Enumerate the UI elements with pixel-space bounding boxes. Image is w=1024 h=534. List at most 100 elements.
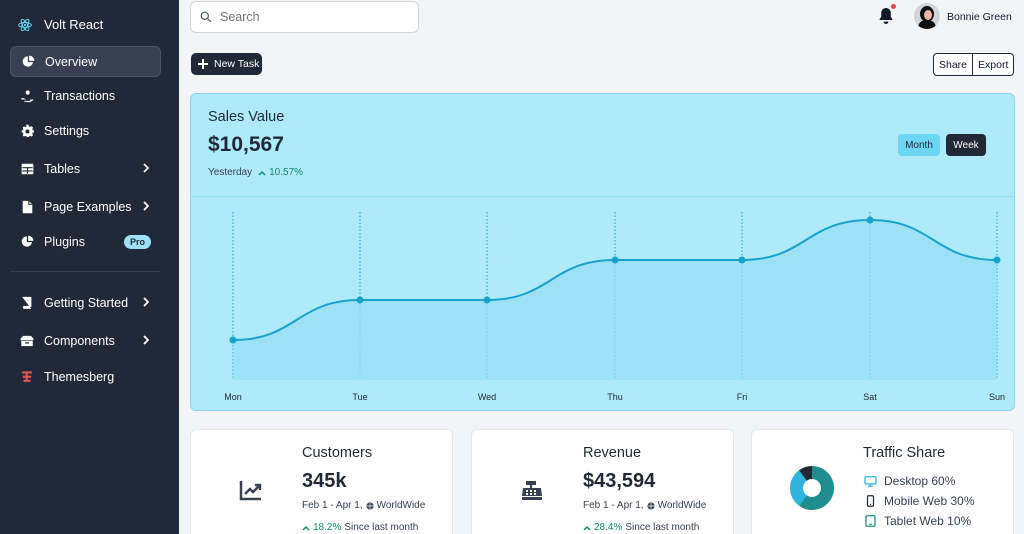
- sidebar-divider: [10, 271, 160, 272]
- sidebar-item-label: Tables: [44, 161, 81, 176]
- new-task-button[interactable]: New Task: [191, 53, 262, 75]
- chart-point[interactable]: [483, 296, 491, 304]
- sidebar-item-label: Getting Started: [44, 295, 129, 310]
- sales-value-card: Sales Value $10,567 Yesterday 10.57% Mon…: [190, 93, 1015, 411]
- share-button[interactable]: Share: [934, 54, 972, 75]
- sidebar-item-tables[interactable]: Tables: [10, 153, 161, 184]
- sidebar-item-label: Page Examples: [44, 199, 132, 214]
- chart-point[interactable]: [738, 256, 746, 264]
- sidebar-item-settings[interactable]: Settings: [10, 115, 161, 146]
- card-title: Customers: [302, 445, 373, 461]
- change-value: 28.4%: [594, 522, 623, 533]
- sidebar-item-label: Plugins: [44, 234, 85, 249]
- react-logo-icon: [18, 18, 32, 31]
- traffic-label: Tablet Web 10%: [884, 514, 972, 528]
- pie-chart-icon: [20, 235, 34, 249]
- chart-x-tick-label: Tue: [352, 392, 367, 402]
- sales-period: Yesterday: [208, 167, 253, 178]
- chevron-right-icon: [143, 201, 150, 211]
- chart-point[interactable]: [356, 296, 364, 304]
- sales-chart: Mon Tue Wed Thu Fri Sat Sun: [224, 212, 1005, 402]
- card-change: 18.2% Since last month: [302, 522, 418, 533]
- sidebar-item-page-examples[interactable]: Page Examples: [10, 191, 161, 222]
- traffic-label: Mobile Web 30%: [884, 494, 975, 508]
- table-icon: [20, 162, 34, 176]
- sales-change: 10.57%: [258, 167, 303, 178]
- chart-x-tick-label: Mon: [224, 392, 242, 402]
- globe-icon: [646, 501, 655, 510]
- chevron-up-icon: [258, 170, 266, 176]
- month-toggle[interactable]: Month: [898, 134, 940, 156]
- gear-icon: [20, 124, 34, 138]
- document-icon: [20, 200, 34, 214]
- chart-x-tick-label: Thu: [607, 392, 623, 402]
- cash-register-icon: [522, 481, 542, 500]
- pie-chart-icon: [21, 55, 35, 69]
- mobile-icon: [866, 495, 875, 507]
- user-name[interactable]: Bonnie Green: [947, 11, 1012, 23]
- change-value: 18.2%: [313, 522, 342, 533]
- card-title: Revenue: [583, 445, 642, 461]
- chart-x-tick-label: Sat: [863, 392, 877, 402]
- change-text: Since last month: [625, 522, 700, 533]
- traffic-donut-chart: [790, 466, 834, 510]
- change-text: Since last month: [344, 522, 419, 533]
- chart-point[interactable]: [993, 256, 1001, 264]
- sales-change-value: 10.57%: [269, 167, 304, 178]
- chart-point[interactable]: [866, 216, 874, 224]
- chevron-right-icon: [143, 163, 150, 173]
- sidebar-item-components[interactable]: Components: [10, 325, 161, 356]
- notification-dot: [891, 4, 896, 9]
- search-box[interactable]: [190, 1, 419, 33]
- sales-value: $10,567: [208, 133, 284, 156]
- archive-icon: [20, 334, 34, 348]
- region-text: WorldWide: [376, 500, 426, 511]
- sales-title: Sales Value: [208, 109, 285, 125]
- chart-point[interactable]: [229, 336, 237, 344]
- card-value: $43,594: [583, 470, 656, 492]
- week-toggle[interactable]: Week: [946, 134, 986, 156]
- traffic-share-card: Traffic Share Desktop 60% Mobile Web 30%…: [751, 429, 1014, 534]
- chart-up-icon: [239, 481, 262, 501]
- search-icon: [200, 11, 212, 23]
- card-value: 345k: [302, 470, 347, 492]
- bell-icon[interactable]: [878, 7, 894, 25]
- tablet-icon: [865, 515, 876, 527]
- plus-icon: [198, 59, 208, 69]
- traffic-label: Desktop 60%: [884, 474, 956, 488]
- sidebar-item-transactions[interactable]: Transactions: [10, 80, 161, 111]
- sidebar-item-getting-started[interactable]: Getting Started: [10, 287, 161, 318]
- chart-x-tick-label: Sun: [989, 392, 1005, 402]
- chart-x-tick-label: Wed: [478, 392, 496, 402]
- sidebar-item-overview[interactable]: Overview: [10, 46, 161, 77]
- chart-point[interactable]: [611, 256, 619, 264]
- brand-name: Volt React: [44, 17, 104, 32]
- sidebar-item-label: Components: [44, 333, 115, 348]
- chevron-right-icon: [143, 297, 150, 307]
- revenue-card: Revenue $43,594 Feb 1 - Apr 1, WorldWide…: [471, 429, 734, 534]
- card-range: Feb 1 - Apr 1, WorldWide: [302, 500, 425, 511]
- new-task-label: New Task: [214, 58, 260, 70]
- avatar[interactable]: [914, 3, 940, 29]
- chevron-up-icon: [302, 525, 310, 531]
- traffic-item-mobile: Mobile Web 30%: [864, 494, 975, 508]
- card-change: 28.4% Since last month: [583, 522, 699, 533]
- card-range: Feb 1 - Apr 1, WorldWide: [583, 500, 706, 511]
- chevron-right-icon: [143, 335, 150, 345]
- sidebar-item-plugins[interactable]: Plugins Pro: [10, 226, 161, 257]
- customers-card: Customers 345k Feb 1 - Apr 1, WorldWide …: [190, 429, 453, 534]
- card-title: Traffic Share: [863, 445, 946, 461]
- traffic-item-tablet: Tablet Web 10%: [864, 514, 971, 528]
- brand[interactable]: Volt React: [18, 17, 103, 32]
- hand-coin-icon: [20, 89, 34, 103]
- search-input[interactable]: [220, 10, 400, 24]
- sidebar-item-label: Themesberg: [44, 369, 115, 384]
- traffic-item-desktop: Desktop 60%: [864, 474, 955, 488]
- sales-subline: Yesterday 10.57%: [208, 167, 303, 178]
- sidebar-item-label: Overview: [45, 54, 98, 69]
- sidebar-item-themesberg[interactable]: Themesberg: [10, 361, 161, 392]
- export-button[interactable]: Export: [972, 54, 1013, 75]
- sidebar: Volt React Overview Transactions Setting…: [0, 0, 179, 534]
- globe-icon: [365, 501, 374, 510]
- pro-badge: Pro: [123, 235, 151, 249]
